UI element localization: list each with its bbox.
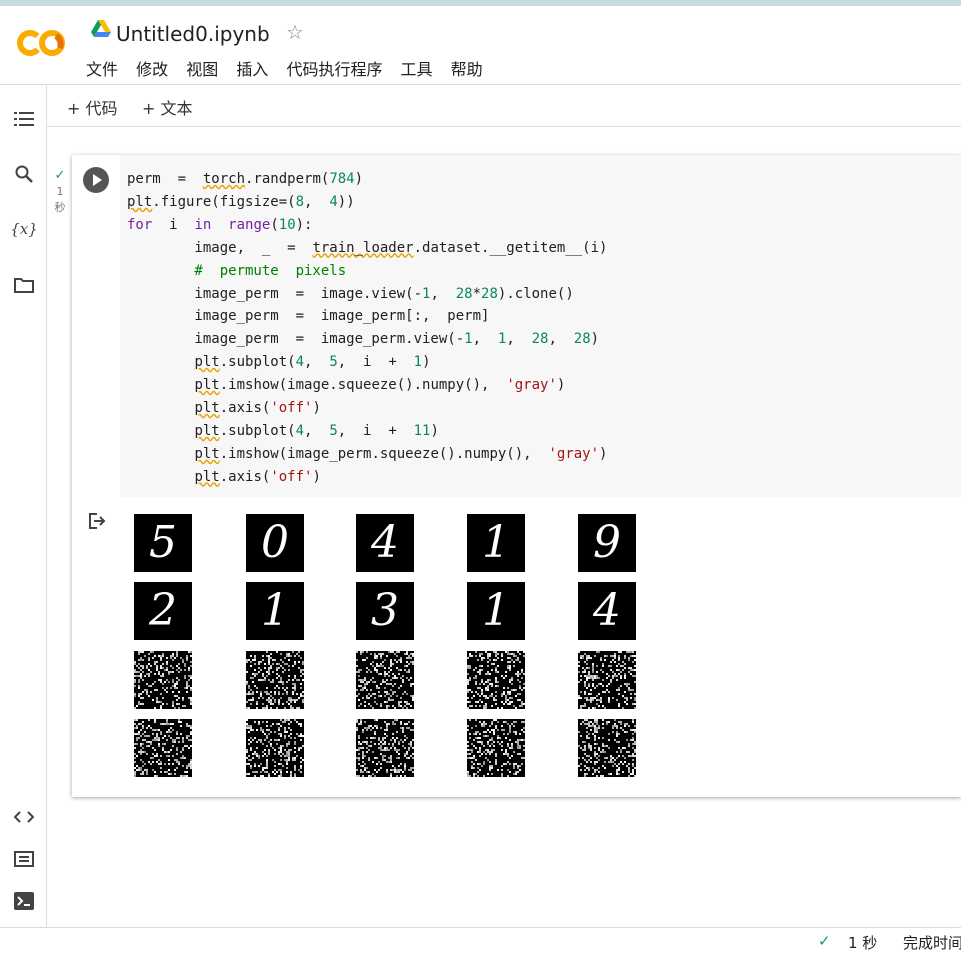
add-text-button[interactable]: + 文本 (142, 95, 193, 119)
status-check-icon: ✓ (818, 932, 831, 950)
plus-icon: + (142, 99, 161, 118)
digit-label: 1 (482, 517, 510, 568)
check-icon: ✓ (54, 168, 66, 183)
digit-label: 0 (261, 517, 289, 568)
digit-label: 4 (593, 585, 621, 636)
permuted-image (467, 719, 525, 777)
status-label: 完成时间 (903, 934, 961, 952)
permuted-image (578, 719, 636, 777)
code-line[interactable]: perm = torch.randperm(784) (127, 171, 363, 187)
variables-icon[interactable]: {x} (10, 217, 38, 241)
code-line[interactable]: image_perm = image.view(-1, 28*28).clone… (127, 286, 573, 302)
code-line[interactable]: image, _ = train_loader.dataset.__getite… (127, 240, 607, 256)
digit-label: 9 (593, 517, 621, 568)
code-line[interactable]: plt.figure(figsize=(8, 4)) (127, 194, 355, 210)
code-line[interactable]: for i in range(10): (127, 217, 312, 233)
permuted-image (134, 719, 192, 777)
menu-file[interactable]: 文件 (86, 60, 118, 79)
files-icon[interactable] (12, 273, 36, 297)
digit-image: 3 (356, 582, 414, 640)
menu-edit[interactable]: 修改 (136, 60, 168, 79)
add-text-label: 文本 (160, 99, 193, 118)
digit-image: 2 (134, 582, 192, 640)
code-line[interactable]: plt.axis('off') (127, 400, 320, 416)
code-line[interactable]: plt.imshow(image_perm.squeeze().numpy(),… (127, 446, 607, 462)
status-time: 1 秒 (848, 934, 878, 952)
exec-time: 1 (56, 185, 64, 198)
digit-label: 3 (371, 585, 399, 636)
cell-output: 5 0 4 1 9 2 1 3 1 4 (72, 497, 961, 797)
header: Untitled0.ipynb ☆ 文件 修改 视图 插入 代码执行程序 工具 … (0, 6, 961, 85)
code-snippets-icon[interactable] (12, 805, 36, 829)
colab-logo[interactable] (16, 28, 68, 58)
add-code-button[interactable]: + 代码 (67, 95, 118, 119)
digit-image: 1 (467, 514, 525, 572)
digit-image: 1 (467, 582, 525, 640)
terminal-icon[interactable] (12, 889, 36, 913)
digit-label: 2 (149, 585, 177, 636)
menu-tools[interactable]: 工具 (401, 60, 433, 79)
menu-insert[interactable]: 插入 (236, 60, 268, 79)
digit-image: 5 (134, 514, 192, 572)
left-sidebar: {x} (0, 85, 47, 927)
digit-image: 0 (246, 514, 304, 572)
notebook-title[interactable]: Untitled0.ipynb (116, 22, 270, 46)
code-line[interactable]: plt.axis('off') (127, 469, 320, 485)
permuted-image (578, 651, 636, 709)
digit-label: 1 (261, 585, 289, 636)
digit-image: 9 (578, 514, 636, 572)
search-icon[interactable] (12, 162, 36, 186)
menu-help[interactable]: 帮助 (451, 60, 483, 79)
output-clear-icon[interactable] (88, 513, 106, 529)
notebook-toolbar: + 代码 + 文本 (47, 85, 961, 127)
menu-runtime[interactable]: 代码执行程序 (286, 60, 382, 79)
permuted-image (467, 651, 525, 709)
digit-image: 4 (356, 514, 414, 572)
command-palette-icon[interactable] (12, 847, 36, 871)
code-line[interactable]: plt.imshow(image.squeeze().numpy(), 'gra… (127, 377, 565, 393)
digit-image: 1 (246, 582, 304, 640)
code-line[interactable]: image_perm = image_perm[:, perm] (127, 308, 489, 324)
permuted-image (356, 651, 414, 709)
add-code-label: 代码 (85, 99, 118, 118)
permuted-image (246, 651, 304, 709)
execution-status: ✓ 1 秒 (48, 168, 72, 216)
google-drive-icon[interactable] (91, 20, 111, 38)
code-line[interactable]: plt.subplot(4, 5, i + 11) (127, 423, 438, 439)
digit-label: 5 (149, 517, 177, 568)
status-bar: ✓ 1 秒 完成时间 (0, 927, 961, 958)
code-line[interactable]: plt.subplot(4, 5, i + 1) (127, 354, 430, 370)
code-cell[interactable]: perm = torch.randperm(784) plt.figure(fi… (72, 155, 961, 797)
exec-unit: 秒 (54, 201, 66, 214)
digit-label: 1 (482, 585, 510, 636)
digit-label: 4 (371, 517, 399, 568)
menu-bar: 文件 修改 视图 插入 代码执行程序 工具 帮助 (86, 56, 496, 80)
code-line[interactable]: # permute pixels (127, 263, 346, 279)
permuted-image (246, 719, 304, 777)
cell-gutter (72, 155, 120, 497)
digit-image: 4 (578, 582, 636, 640)
star-icon[interactable]: ☆ (286, 20, 304, 44)
plus-icon: + (67, 99, 86, 118)
permuted-image (356, 719, 414, 777)
code-line[interactable]: image_perm = image_perm.view(-1, 1, 28, … (127, 331, 599, 347)
table-of-contents-icon[interactable] (12, 107, 36, 131)
permuted-image (134, 651, 192, 709)
menu-view[interactable]: 视图 (186, 60, 218, 79)
code-editor[interactable]: perm = torch.randperm(784) plt.figure(fi… (120, 155, 961, 497)
run-cell-button[interactable] (83, 167, 109, 193)
code-text[interactable]: perm = torch.randperm(784) plt.figure(fi… (120, 155, 961, 489)
